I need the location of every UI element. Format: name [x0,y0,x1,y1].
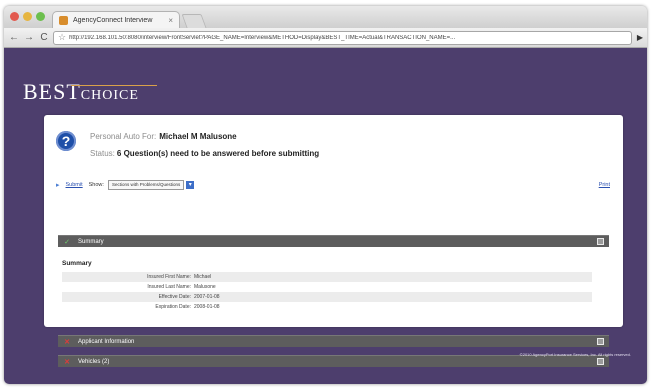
table-row: Effective Date: 2007-01-08 [62,292,592,302]
forward-icon[interactable]: → [23,28,35,48]
url-text: http://192.168.101.50:8080/interview/Fro… [69,34,456,41]
select-arrow-icon[interactable]: ▾ [186,181,195,189]
logo-best-text: BEST [23,79,81,104]
tab-close-icon[interactable]: × [168,16,173,25]
back-icon[interactable]: ← [8,28,20,48]
summary-section: Summary Insured First Name: Michael Insu… [62,260,592,312]
print-link[interactable]: Print [599,182,610,188]
interview-panel: ? Personal Auto For: Michael M Malusone S… [44,115,623,367]
x-icon: ✕ [64,358,70,366]
table-row: Insured Last Name: Malusone [62,282,592,292]
logo-underline [71,85,157,86]
minimize-window-button[interactable] [23,12,32,21]
policy-label: Personal Auto For: [90,132,157,141]
favicon-icon [59,15,68,25]
section-vehicles-label: Vehicles (2) [78,358,110,365]
tab-agencyconnect[interactable]: AgencyConnect Interview × [52,11,180,28]
section-applicant-header[interactable]: ✕ Applicant Information [58,335,609,347]
new-tab-button[interactable] [181,14,207,28]
collapse-icon[interactable] [597,238,604,245]
expand-icon[interactable] [597,358,604,365]
logo-choice-text: CHOICE [80,88,139,103]
submit-link[interactable]: Submit [66,182,83,188]
bestchoice-logo: BESTCHOICE [23,79,157,105]
status-line: Status: 6 Question(s) need to be answered… [90,149,319,158]
browser-window: AgencyConnect Interview × ← → C ☆ http:/… [4,6,647,384]
menu-arrow-icon[interactable]: ▶ [637,33,643,42]
table-row: Insured First Name: Michael [62,272,592,282]
submit-icon: ▸ [56,182,60,189]
field-label: Insured Last Name: [147,284,191,290]
window-controls [10,12,45,21]
table-row: Expiration Date: 2008-01-08 [62,302,592,312]
policy-header: Personal Auto For: Michael M Malusone [90,132,237,141]
copyright-footer: ©2010 AgencyPort Insurance Services, Inc… [519,352,631,357]
section-applicant-label: Applicant Information [78,338,135,345]
summary-title: Summary [62,260,92,267]
field-value: Malusone [194,284,216,290]
question-icon: ? [56,131,76,151]
status-text: 6 Question(s) need to be answered before… [116,149,320,158]
field-label: Effective Date: [158,294,191,300]
tab-strip: AgencyConnect Interview × [4,6,647,28]
status-label: Status: [90,149,115,158]
browser-toolbar: ← → C ☆ http://192.168.101.50:8080/inter… [4,28,647,48]
close-window-button[interactable] [10,12,19,21]
show-label: Show: [88,182,104,188]
field-value: 2007-01-08 [194,294,220,300]
reload-icon[interactable]: C [38,28,50,48]
interview-toolbar: ▸ Submit Show: Sections with Problems/Qu… [56,179,610,191]
address-bar[interactable]: ☆ http://192.168.101.50:8080/interview/F… [53,30,632,45]
field-label: Insured First Name: [147,274,191,280]
field-value: Michael [194,274,212,280]
maximize-window-button[interactable] [36,12,45,21]
bookmark-star-icon[interactable]: ☆ [58,32,66,43]
check-icon: ✓ [64,238,70,246]
tab-title: AgencyConnect Interview [73,16,153,24]
section-summary-label: Summary [78,238,104,245]
expand-icon[interactable] [597,338,604,345]
x-icon: ✕ [64,338,70,346]
page-content: BESTCHOICE ? Personal Auto For: Michael M… [4,48,647,384]
field-value: 2008-01-08 [194,304,220,310]
section-summary-header[interactable]: ✓ Summary [58,235,609,247]
show-filter-select[interactable]: Sections with Problems/Questions [107,180,185,190]
insured-name: Michael M Malusone [159,132,237,141]
field-label: Expiration Date: [155,304,191,310]
